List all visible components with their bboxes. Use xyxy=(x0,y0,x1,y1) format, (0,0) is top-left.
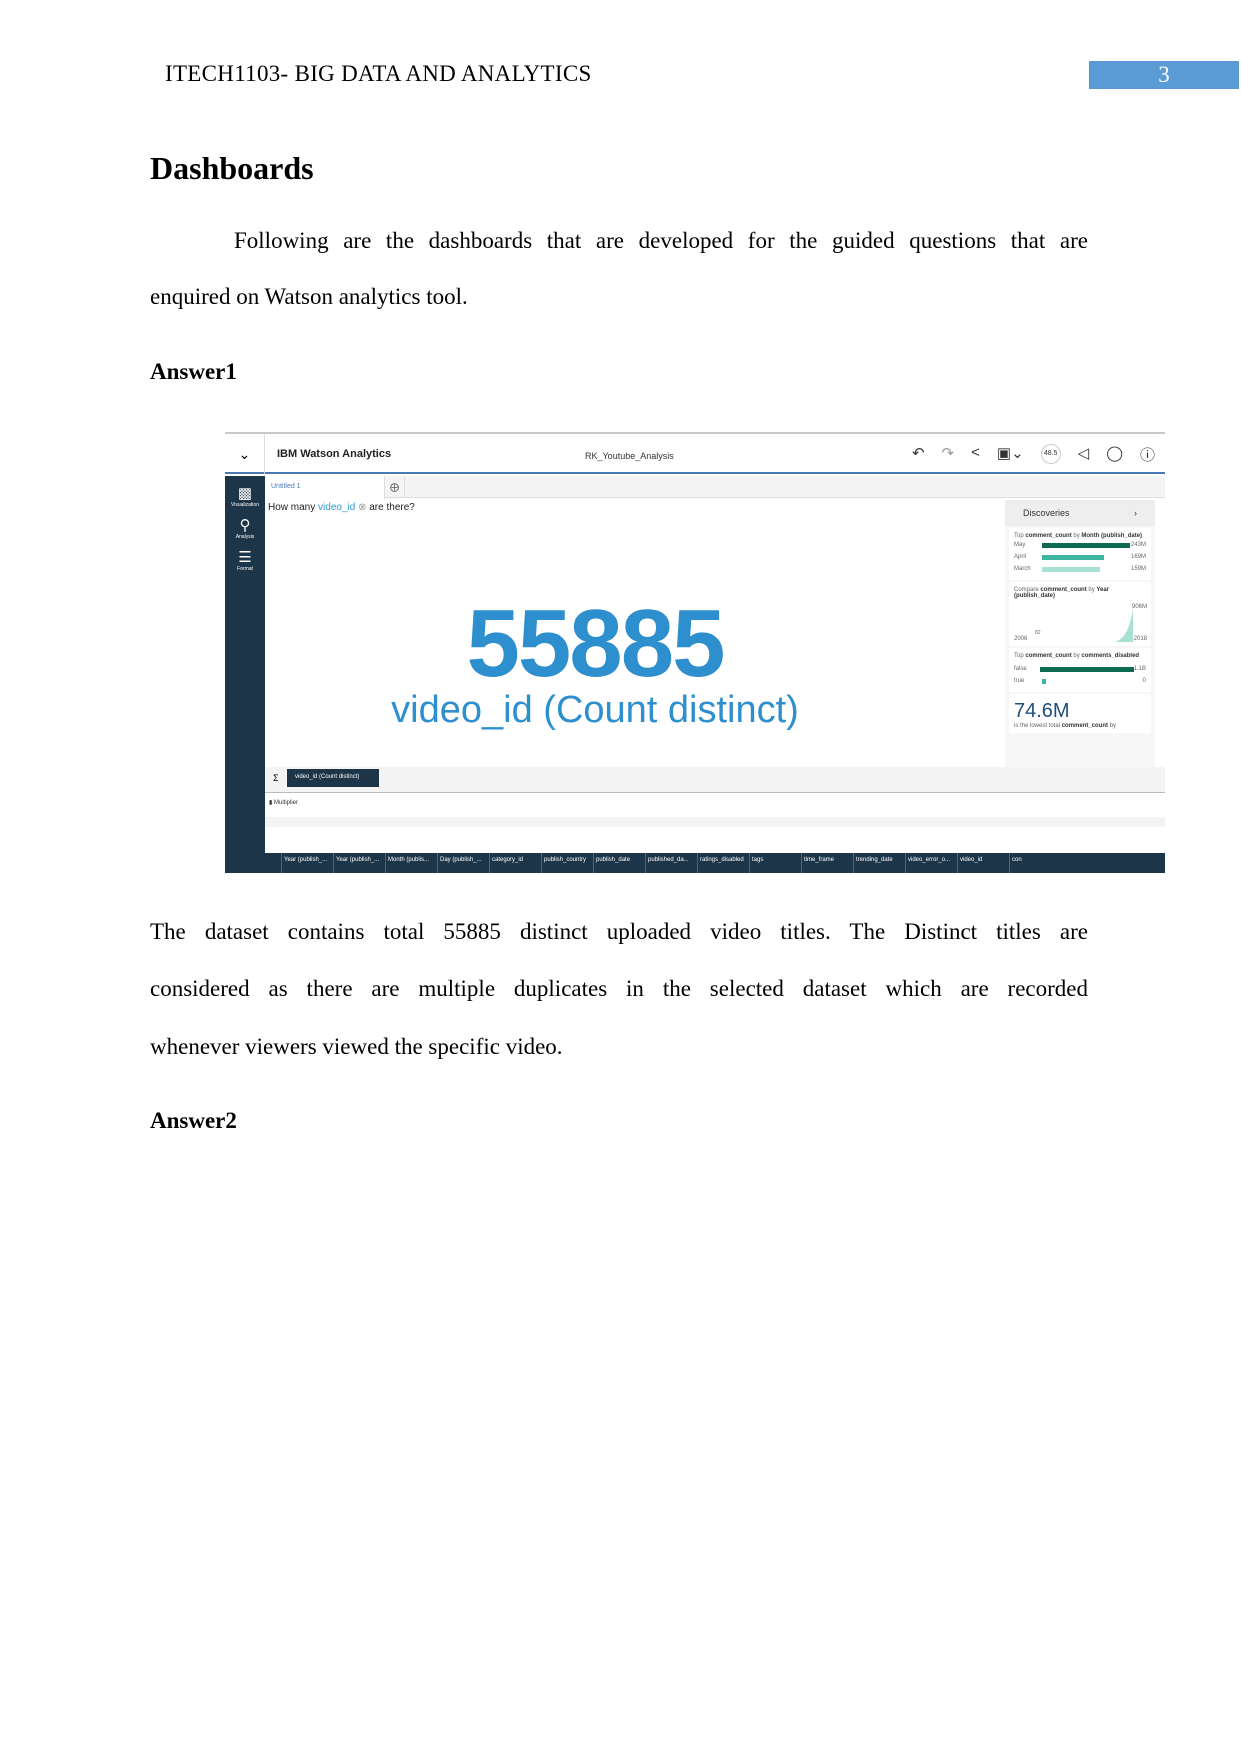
discovery-card[interactable]: Top comment_count by comments_disabled f… xyxy=(1009,648,1151,692)
column-chip[interactable]: Year (publish_... xyxy=(333,853,385,873)
kpi-label: video_id (Count distinct) xyxy=(391,689,799,731)
share-icon[interactable]: < xyxy=(971,444,980,465)
column-chip[interactable]: trending_date xyxy=(853,853,905,873)
screen-icon[interactable]: ▣⌄ xyxy=(997,444,1024,465)
undo-icon[interactable]: ↶ xyxy=(912,444,925,465)
usage-badge: 48.5 xyxy=(1040,444,1061,464)
watson-screenshot: ⌄ IBM Watson Analytics RK_Youtube_Analys… xyxy=(225,432,1165,873)
column-chip[interactable]: tags xyxy=(749,853,801,873)
user-icon[interactable]: ◯ xyxy=(1106,444,1123,465)
column-chip[interactable]: Day (publish_... xyxy=(437,853,489,873)
body-line-1: The dataset contains total 55885 distinc… xyxy=(150,919,1088,944)
sigma-icon: Σ xyxy=(273,773,279,783)
multiplier-slot[interactable]: ▮ Multiplier xyxy=(265,792,1165,817)
megaphone-icon[interactable]: ◁ xyxy=(1078,444,1090,465)
column-chip[interactable]: published_da... xyxy=(645,853,697,873)
sidebar-item-visualization[interactable]: ▩ Visualization xyxy=(225,476,265,508)
section-heading: Dashboards xyxy=(150,150,314,186)
kpi-value: 55885 xyxy=(466,590,726,697)
trend-area xyxy=(1115,608,1133,642)
measure-pill[interactable]: video_id (Count distinct) xyxy=(287,769,379,787)
remove-icon[interactable]: ⊗ xyxy=(358,502,366,513)
page-number: 3 xyxy=(1089,61,1239,89)
column-chip[interactable]: category_id xyxy=(489,853,541,873)
body-line-3: whenever viewers viewed the specific vid… xyxy=(150,1034,563,1059)
discovery-card[interactable]: 74.6M is the lowest total comment_count … xyxy=(1009,694,1151,733)
chevron-right-icon[interactable]: › xyxy=(1134,508,1137,518)
column-chip[interactable]: video_id xyxy=(957,853,1009,873)
sliders-icon: ☰ xyxy=(238,549,252,566)
column-chip[interactable]: time_frame xyxy=(801,853,853,873)
app-name: IBM Watson Analytics xyxy=(277,448,392,460)
analysis-icon: ⚲ xyxy=(239,517,251,534)
top-bar: ⌄ IBM Watson Analytics RK_Youtube_Analys… xyxy=(225,434,1165,474)
question: How many video_id ⊗ are there? xyxy=(268,502,415,513)
sidebar: ▩ Visualization ⚲ Analysis ☰ Format xyxy=(225,476,265,873)
chart-icon: ▩ xyxy=(237,485,253,502)
redo-icon[interactable]: ↷ xyxy=(942,444,955,465)
field-token[interactable]: video_id xyxy=(318,502,355,513)
discovery-card[interactable]: Top comment_count by Month (publish_date… xyxy=(1009,528,1151,580)
bottom-panel: Σ video_id (Count distinct) ▮ Multiplier xyxy=(265,767,1165,827)
discoveries-panel: Discoveries › Top comment_count by Month … xyxy=(1005,500,1155,770)
column-chip[interactable]: con xyxy=(1009,853,1061,873)
sidebar-item-format[interactable]: ☰ Format xyxy=(225,540,265,572)
intro-line-1: Following are the dashboards that are de… xyxy=(234,228,1088,253)
running-header: ITECH1103- BIG DATA AND ANALYTICS xyxy=(165,61,592,86)
column-chip[interactable]: publish_date xyxy=(593,853,645,873)
column-chip[interactable]: video_error_o... xyxy=(905,853,957,873)
tab-untitled[interactable]: Untitled 1 xyxy=(265,476,385,499)
help-icon[interactable]: ⓘ xyxy=(1140,444,1155,465)
discoveries-header[interactable]: Discoveries › xyxy=(1005,500,1155,526)
chevron-down-icon[interactable]: ⌄ xyxy=(225,434,265,474)
column-chip[interactable]: publish_country xyxy=(541,853,593,873)
column-chip[interactable]: Year (publish_... xyxy=(281,853,333,873)
add-tab-icon[interactable]: ⨁ xyxy=(385,476,405,498)
body-line-2: considered as there are multiple duplica… xyxy=(150,976,1088,1001)
answer1-heading: Answer1 xyxy=(150,359,237,384)
layers-icon: ▮ xyxy=(269,800,273,806)
column-list: Year (publish_... Year (publish_... Month … xyxy=(225,853,1165,873)
answer2-heading: Answer2 xyxy=(150,1108,237,1133)
column-chip[interactable]: Month (publis... xyxy=(385,853,437,873)
intro-line-2: enquired on Watson analytics tool. xyxy=(150,284,468,309)
sidebar-item-analysis[interactable]: ⚲ Analysis xyxy=(225,508,265,540)
project-name: RK_Youtube_Analysis xyxy=(585,451,674,461)
column-chip[interactable]: ratings_disabled xyxy=(697,853,749,873)
discovery-card[interactable]: Compare comment_count by Year (publish_d… xyxy=(1009,582,1151,646)
